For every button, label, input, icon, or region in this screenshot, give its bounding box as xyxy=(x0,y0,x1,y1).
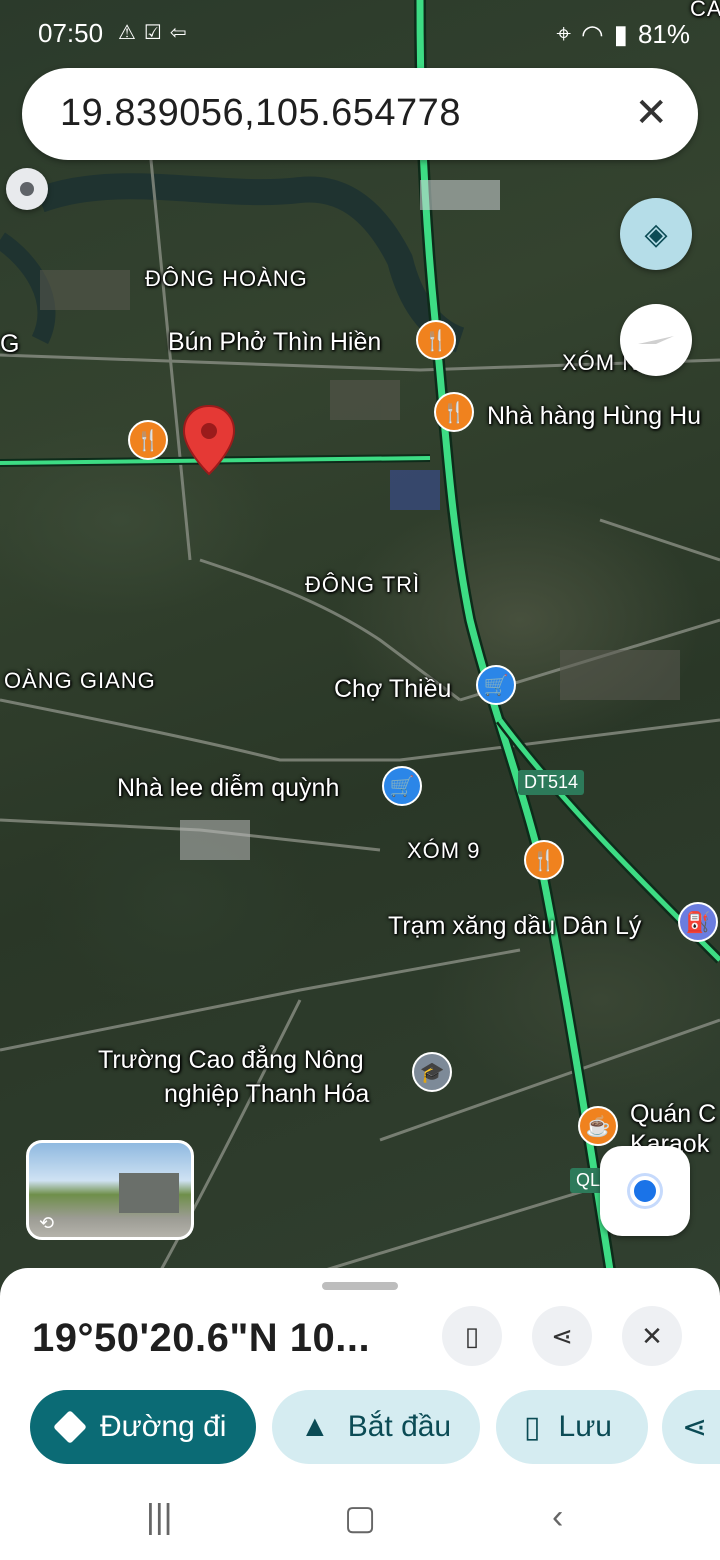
poi-label-truong-1[interactable]: Trường Cao đẳng Nông xyxy=(98,1046,364,1075)
navigation-arrow-icon: ▲ xyxy=(300,1410,330,1443)
start-button[interactable]: ▲ Bắt đầu xyxy=(272,1390,480,1464)
area-label-dong-tri: ĐÔNG TRÌ xyxy=(305,572,421,597)
close-sheet-icon[interactable]: ✕ xyxy=(622,1306,682,1366)
compass-needle xyxy=(638,336,674,344)
area-label-xom9: XÓM 9 xyxy=(407,838,481,863)
status-bar: 07:50 ⚠☑⇦ ⌖ ◠ ▮ 81% xyxy=(0,0,720,66)
area-label-dong-hoang: ĐÔNG HOÀNG xyxy=(145,266,308,291)
poi-label-quan-1[interactable]: Quán C xyxy=(630,1100,716,1129)
directions-button[interactable]: Đường đi xyxy=(30,1390,256,1464)
my-location-icon[interactable] xyxy=(600,1146,690,1236)
system-nav-bar: ||| ▢ ‹ xyxy=(0,1486,720,1560)
save-button[interactable]: ▯ Lưu xyxy=(496,1390,648,1464)
map-view[interactable]: ĐÔNG HOÀNG G XÓM NH ĐÔNG TRÌ OÀNG GIANG … xyxy=(0,0,720,1290)
location-pin-icon[interactable] xyxy=(182,404,236,476)
save-label: Lưu xyxy=(558,1410,612,1443)
share-icon[interactable]: ⋖ xyxy=(532,1306,592,1366)
bookmark-icon[interactable]: ▯ xyxy=(442,1306,502,1366)
home-icon[interactable]: ▢ xyxy=(344,1498,376,1538)
signal-icon: ▮ xyxy=(613,18,628,49)
rotate-360-icon: ⟲ xyxy=(39,1213,55,1233)
restaurant-icon[interactable]: 🍴 xyxy=(416,320,456,360)
road-shield-dt514: DT514 xyxy=(518,770,585,795)
compass-icon[interactable] xyxy=(620,304,692,376)
share-button[interactable]: ⋖ xyxy=(662,1390,720,1464)
restaurant-icon[interactable]: 🍴 xyxy=(128,420,168,460)
street-view-thumbnail[interactable]: ⟲ xyxy=(26,1140,194,1240)
status-time: 07:50 xyxy=(38,18,104,48)
my-location-dot xyxy=(630,1176,660,1206)
sheet-drag-handle[interactable] xyxy=(322,1282,398,1290)
recent-apps-icon[interactable]: ||| xyxy=(146,1498,173,1537)
start-label: Bắt đầu xyxy=(347,1410,452,1443)
street-view-marker-icon[interactable] xyxy=(6,168,48,210)
poi-label-nha-lee[interactable]: Nhà lee diễm quỳnh xyxy=(117,774,339,803)
poi-label-truong-2[interactable]: nghiệp Thanh Hóa xyxy=(164,1080,369,1109)
cafe-icon[interactable]: ☕ xyxy=(578,1106,618,1146)
school-icon[interactable]: 🎓 xyxy=(412,1052,452,1092)
search-query[interactable]: 19.839056,105.654778 xyxy=(60,92,461,135)
share-pill-icon: ⋖ xyxy=(682,1410,708,1444)
back-icon[interactable]: ‹ xyxy=(552,1498,563,1537)
place-sheet[interactable]: 19°50'20.6"N 10... ▯ ⋖ ✕ Đường đi ▲ Bắt … xyxy=(0,1268,720,1560)
gas-station-icon[interactable]: ⛽ xyxy=(678,902,718,942)
search-bar[interactable]: 19.839056,105.654778 ✕ xyxy=(22,68,698,160)
poi-label-cho-thieu[interactable]: Chợ Thiều xyxy=(334,675,451,704)
restaurant-icon[interactable]: 🍴 xyxy=(524,840,564,880)
poi-label-tram-xang[interactable]: Trạm xăng dầu Dân Lý xyxy=(388,912,641,941)
area-label-g: G xyxy=(0,330,20,358)
layers-icon[interactable]: ◈ xyxy=(620,198,692,270)
poi-label-bun-pho[interactable]: Bún Phở Thìn Hiền xyxy=(168,328,381,357)
location-status-icon: ⌖ xyxy=(556,18,571,48)
notification-icons: ⚠☑⇦ xyxy=(118,22,195,44)
building-image xyxy=(119,1173,179,1213)
close-icon[interactable]: ✕ xyxy=(634,90,668,136)
directions-label: Đường đi xyxy=(100,1410,227,1443)
battery-level: 81% xyxy=(637,18,690,49)
wifi-icon: ◠ xyxy=(580,18,604,49)
shopping-cart-icon[interactable]: 🛒 xyxy=(382,766,422,806)
place-coordinates: 19°50'20.6"N 10... xyxy=(32,1316,371,1360)
area-label-hoang-giang: OÀNG GIANG xyxy=(4,668,156,693)
poi-label-nha-hang[interactable]: Nhà hàng Hùng Hu xyxy=(487,402,701,431)
directions-icon xyxy=(53,1410,87,1444)
shopping-cart-icon[interactable]: 🛒 xyxy=(476,665,516,705)
restaurant-icon[interactable]: 🍴 xyxy=(434,392,474,432)
bookmark-outline-icon: ▯ xyxy=(524,1410,541,1444)
status-right: ⌖ ◠ ▮ 81% xyxy=(556,18,690,50)
